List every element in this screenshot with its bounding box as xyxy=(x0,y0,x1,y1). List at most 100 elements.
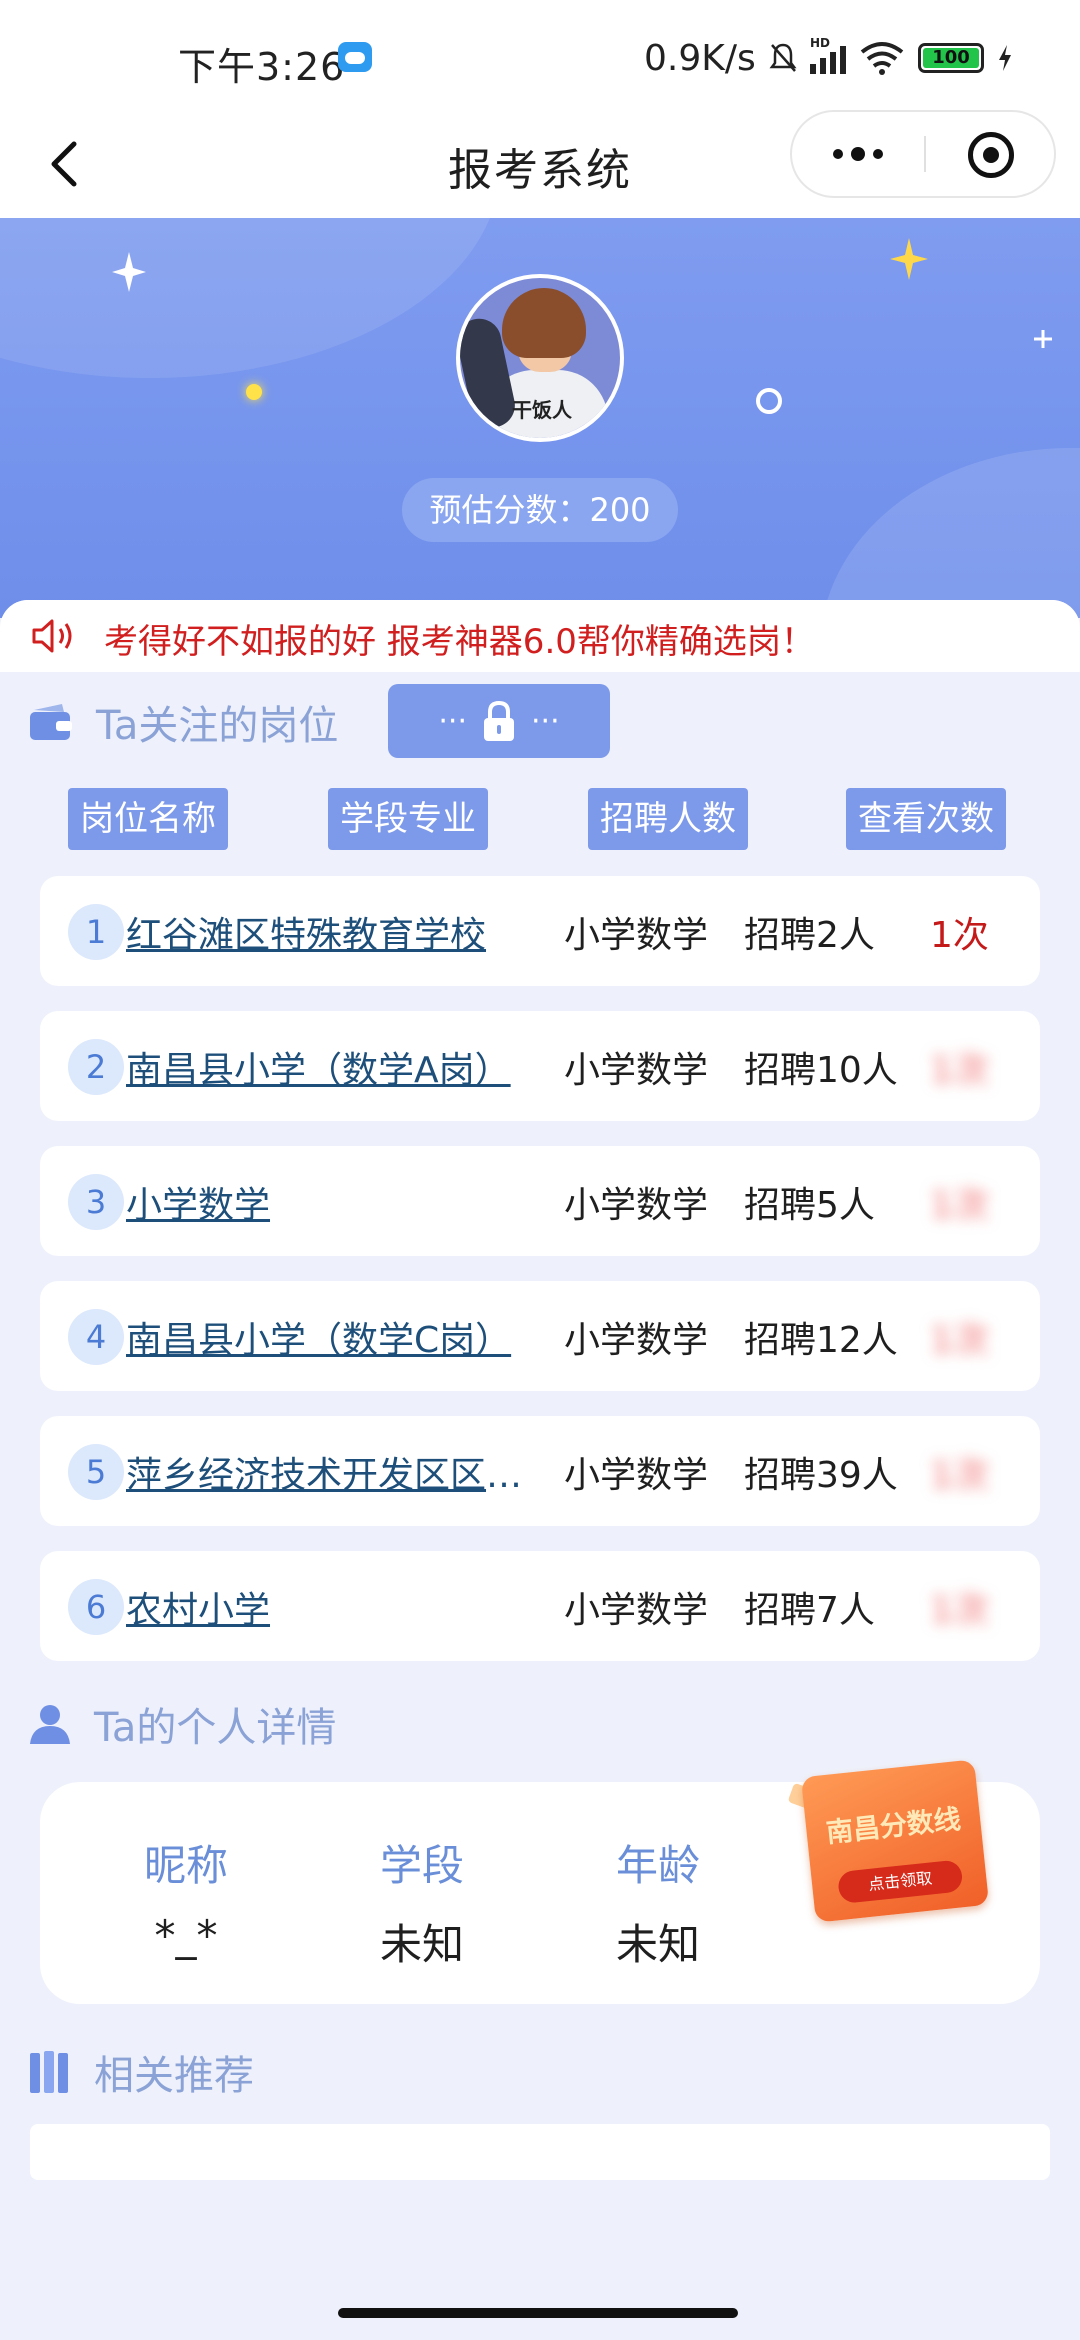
more-button[interactable] xyxy=(792,112,924,196)
capsule-divider xyxy=(924,136,926,172)
status-icons: HD 100 xyxy=(768,36,1014,78)
position-views-blurred: 1次 xyxy=(930,1455,989,1496)
row-number: 3 xyxy=(68,1174,124,1230)
status-bar: 下午3:26 0.9K/s HD 100 xyxy=(0,0,1080,110)
detail-label: 年龄 xyxy=(615,1841,700,1890)
detail-value: 未知 xyxy=(379,1920,464,1969)
position-views-blurred: 1次 xyxy=(930,1185,989,1226)
sparkle-icon xyxy=(112,252,146,292)
row-number: 2 xyxy=(68,1039,124,1095)
close-miniprogram-button[interactable] xyxy=(968,132,1014,178)
column-header-count: 招聘人数 xyxy=(588,788,748,850)
avatar[interactable]: 干饭人 xyxy=(456,274,624,442)
column-header-views: 查看次数 xyxy=(846,788,1006,850)
position-row[interactable]: 2 南昌县小学（数学A岗） 小学数学 招聘10人 1次 xyxy=(40,1011,1040,1121)
unlock-button[interactable]: ··· ··· xyxy=(388,684,610,758)
main-content: 考得好不如报的好 报考神器6.0帮你精确选岗！ Ta关注的岗位 ··· ··· … xyxy=(0,600,1080,2340)
position-major: 小学数学 xyxy=(564,1050,709,1091)
battery-icon: 100 xyxy=(918,43,984,73)
notice-text: 考得好不如报的好 报考神器6.0帮你精确选岗！ xyxy=(104,622,815,662)
battery-level: 100 xyxy=(923,48,979,68)
wallet-icon xyxy=(30,704,72,740)
detail-label: 学段 xyxy=(379,1841,464,1890)
profile-hero: 干饭人 预估分数：200 xyxy=(0,218,1080,618)
position-views: 1次 xyxy=(930,915,989,956)
position-row[interactable]: 4 南昌县小学（数学C岗） 小学数学 招聘12人 1次 xyxy=(40,1281,1040,1391)
position-views-blurred: 1次 xyxy=(930,1590,989,1631)
nav-bar: 报考系统 xyxy=(0,110,1080,220)
position-views-blurred: 1次 xyxy=(930,1320,989,1361)
position-name-link[interactable]: 农村小学 xyxy=(126,1581,526,1633)
position-count: 招聘10人 xyxy=(744,1050,898,1091)
positions-table-header: 岗位名称 学段专业 招聘人数 查看次数 xyxy=(0,788,1080,850)
cloud-icon xyxy=(338,42,372,72)
positions-section-header: Ta关注的岗位 xyxy=(28,692,338,752)
person-icon xyxy=(30,1705,70,1744)
recommend-section-title: 相关推荐 xyxy=(94,2053,254,2099)
speaker-icon xyxy=(32,619,72,653)
position-major: 小学数学 xyxy=(564,1455,709,1496)
promo-title: 南昌分数线 xyxy=(824,1804,963,1850)
position-row[interactable]: 3 小学数学 小学数学 招聘5人 1次 xyxy=(40,1146,1040,1256)
charging-icon xyxy=(999,45,1011,71)
plus-icon xyxy=(1034,330,1052,348)
position-name-link[interactable]: 萍乡经济技术开发区区属… xyxy=(126,1446,526,1498)
position-name-link[interactable]: 小学数学 xyxy=(126,1176,526,1228)
sparkle-icon xyxy=(890,238,928,280)
row-number: 6 xyxy=(68,1579,124,1635)
position-name-link[interactable]: 南昌县小学（数学A岗） xyxy=(126,1041,526,1093)
column-header-name: 岗位名称 xyxy=(68,788,228,850)
estimated-score: 预估分数：200 xyxy=(402,478,678,542)
lock-dots-left: ··· xyxy=(438,703,467,739)
details-section-header: Ta的个人详情 xyxy=(28,1694,336,1754)
row-number: 4 xyxy=(68,1309,124,1365)
detail-value: *_* xyxy=(154,1911,218,1960)
dot-decoration xyxy=(246,384,262,400)
details-section-title: Ta的个人详情 xyxy=(94,1705,337,1751)
position-name-link[interactable]: 红谷滩区特殊教育学校 xyxy=(126,906,526,958)
recommend-section-header: 相关推荐 xyxy=(28,2042,254,2102)
detail-value: 未知 xyxy=(615,1920,700,1969)
home-indicator[interactable] xyxy=(338,2308,738,2318)
position-row[interactable]: 1 红谷滩区特殊教育学校 小学数学 招聘2人 1次 xyxy=(40,876,1040,986)
row-number: 1 xyxy=(68,904,124,960)
position-name-link[interactable]: 南昌县小学（数学C岗） xyxy=(126,1311,526,1363)
position-row[interactable]: 5 萍乡经济技术开发区区属… 小学数学 招聘39人 1次 xyxy=(40,1416,1040,1526)
detail-age: 年龄 未知 xyxy=(568,1832,748,1972)
detail-label: 昵称 xyxy=(143,1841,228,1890)
miniprogram-capsule xyxy=(790,110,1056,198)
notice-bar[interactable]: 考得好不如报的好 报考神器6.0帮你精确选岗！ xyxy=(0,600,1080,672)
position-major: 小学数学 xyxy=(564,1185,709,1226)
column-header-major: 学段专业 xyxy=(328,788,488,850)
promo-claim-button[interactable]: 点击领取 xyxy=(836,1859,964,1905)
recommend-card xyxy=(30,2124,1050,2180)
position-views-blurred: 1次 xyxy=(930,1050,989,1091)
detail-stage: 学段 未知 xyxy=(332,1832,512,1972)
status-time: 下午3:26 xyxy=(178,45,346,89)
detail-nickname: 昵称 *_* xyxy=(96,1832,276,1960)
position-count: 招聘7人 xyxy=(744,1590,875,1631)
lock-dots-right: ··· xyxy=(531,703,560,739)
lock-icon xyxy=(484,700,514,741)
position-count: 招聘12人 xyxy=(744,1320,898,1361)
position-count: 招聘2人 xyxy=(744,915,875,956)
promo-box: 南昌分数线 点击领取 xyxy=(800,1759,990,1923)
position-major: 小学数学 xyxy=(564,1320,709,1361)
hero-decoration xyxy=(820,448,1080,618)
position-major: 小学数学 xyxy=(564,1590,709,1631)
signal-icon: HD xyxy=(810,36,846,74)
wifi-icon xyxy=(860,42,904,75)
positions-list: 1 红谷滩区特殊教育学校 小学数学 招聘2人 1次 2 南昌县小学（数学A岗） … xyxy=(40,876,1040,1686)
books-icon xyxy=(30,2051,68,2093)
bell-muted-icon xyxy=(769,43,797,72)
position-count: 招聘39人 xyxy=(744,1455,898,1496)
hero-decoration xyxy=(0,218,500,378)
network-hd-label: HD xyxy=(810,36,831,50)
network-speed: 0.9K/s xyxy=(644,38,756,79)
position-count: 招聘5人 xyxy=(744,1185,875,1226)
position-major: 小学数学 xyxy=(564,915,709,956)
row-number: 5 xyxy=(68,1444,124,1500)
score-line-promo[interactable]: 南昌分数线 点击领取 xyxy=(787,1759,990,1923)
ring-decoration xyxy=(756,388,782,414)
position-row[interactable]: 6 农村小学 小学数学 招聘7人 1次 xyxy=(40,1551,1040,1661)
